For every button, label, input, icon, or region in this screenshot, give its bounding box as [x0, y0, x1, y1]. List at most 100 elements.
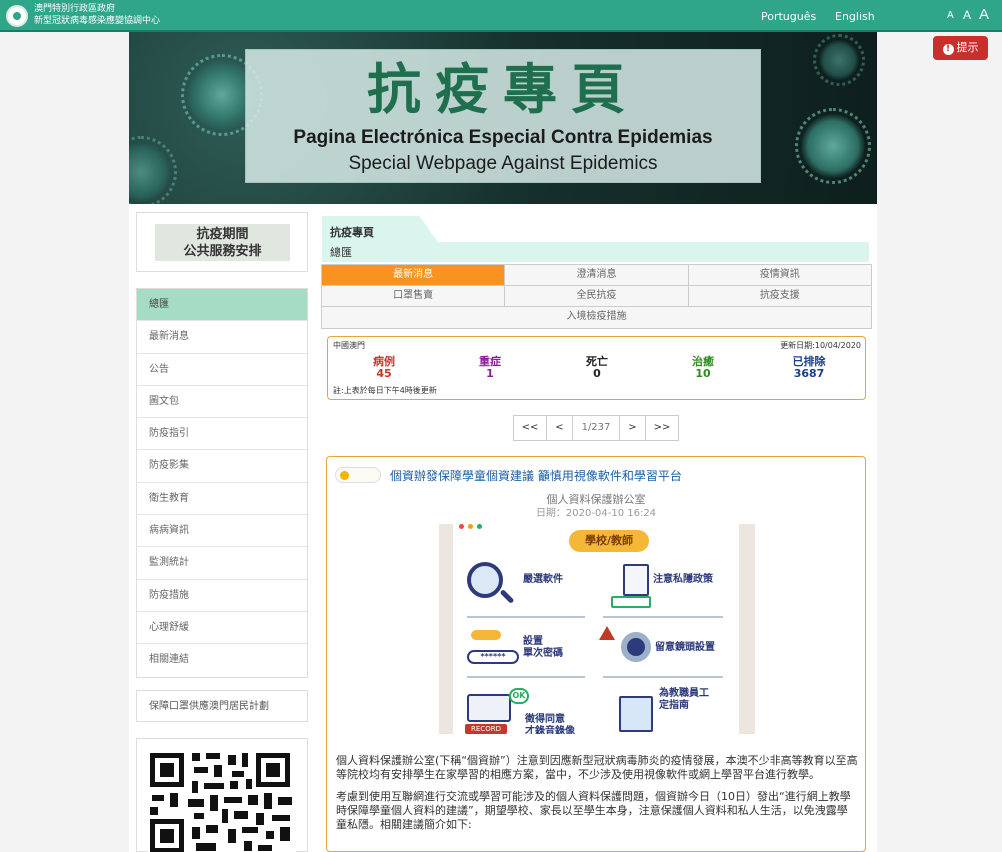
notice-label: 提示: [956, 41, 979, 54]
poster-item-password-a: 設置: [523, 636, 543, 647]
banner-title-pt: Pagina Electrónica Especial Contra Epide…: [293, 127, 713, 148]
virus-illustration: [129, 136, 177, 204]
breadcrumb-tab[interactable]: 抗疫專頁: [322, 216, 438, 242]
poster-item-password-b: 單次密碼: [523, 648, 563, 659]
poster-item-consent-b: 才錄音錄像: [525, 726, 575, 734]
sidebar-item-summary[interactable]: 總匯: [137, 289, 307, 322]
stat-severe: 重症 1: [450, 356, 530, 380]
prev-page-button[interactable]: <: [546, 415, 573, 441]
tab-mask-sales[interactable]: 口罩售賣: [322, 286, 506, 307]
banner: 抗疫專頁 Pagina Electrónica Especial Contra …: [129, 32, 877, 204]
tab-support[interactable]: 抗疫支援: [688, 286, 871, 307]
poster-header: 學校/教師: [569, 530, 649, 552]
sidebar-item-statistics[interactable]: 監測統計: [137, 547, 307, 580]
stats-note: 註:上表於每日下午4時後更新: [333, 386, 437, 395]
article-paragraph: 個人資料保護辦公室(下稱“個資辦”）注意到因應新型冠狀病毒肺炎的疫情發展，本澳不…: [336, 754, 858, 781]
banner-title-en: Special Webpage Against Epidemics: [348, 153, 658, 174]
category-tabs: 最新消息 澄清消息 疫情資訊 口罩售賣 全民抗疫 抗疫支援 入境檢疫措施: [321, 264, 872, 329]
breadcrumb-subtitle: 總匯: [322, 242, 869, 262]
divider: [467, 616, 585, 618]
font-size-medium-button[interactable]: A: [963, 8, 971, 22]
poster-item-privacy-policy: 注意私隱政策: [653, 574, 713, 585]
checkbox-icon: [611, 596, 651, 608]
article-poster-image[interactable]: 學校/教師 嚴選軟件 注意私隱政策 ****** 設置 單次密碼 留意鏡頭設置 …: [439, 524, 755, 734]
poster-item-consent-a: 徵得同意: [525, 714, 565, 725]
sidebar-item-infographics[interactable]: 圖文包: [137, 386, 307, 419]
stat-value: 1: [486, 367, 494, 380]
top-bar: 澳門特別行政區政府 新型冠狀病毒感染應變協調中心 Português Engli…: [0, 0, 1002, 32]
lang-portuguese-link[interactable]: Português: [761, 10, 816, 23]
sidebar-item-announcements[interactable]: 公告: [137, 354, 307, 386]
magnifier-handle-icon: [499, 589, 515, 604]
article-title[interactable]: 個資辦發保障學童個資建議 籲慎用視像軟件和學習平台: [390, 467, 682, 484]
sidebar-item-videos[interactable]: 防疫影集: [137, 450, 307, 483]
stat-excluded: 已排除 3687: [769, 356, 849, 380]
stat-value: 3687: [793, 367, 825, 380]
public-services-image: 抗疫期間 公共服務安排: [155, 224, 290, 261]
mask-supply-plan-link[interactable]: 保障口罩供應澳門居民計劃: [136, 690, 308, 722]
banner-title-box: 抗疫專頁 Pagina Electrónica Especial Contra …: [245, 49, 761, 183]
sidebar-item-mental-relief[interactable]: 心理舒緩: [137, 612, 307, 645]
center-name: 新型冠狀病毒感染應變協調中心: [34, 16, 161, 26]
poster-item-guide-a: 為教職員工: [659, 688, 709, 699]
tab-entry-quarantine[interactable]: 入境檢疫措施: [322, 307, 871, 328]
first-page-button[interactable]: <<: [513, 415, 547, 441]
sidebar-item-disease-info[interactable]: 病病資訊: [137, 515, 307, 548]
stat-recovered: 治癒 10: [663, 356, 743, 380]
sidebar-item-guidelines[interactable]: 防疫指引: [137, 418, 307, 451]
video-player-icon: [467, 694, 511, 722]
record-badge: RECORD: [465, 724, 507, 734]
tab-clarifications[interactable]: 澄清消息: [505, 265, 689, 286]
public-services-line1: 抗疫期間: [196, 227, 249, 242]
tab-all-people-fight[interactable]: 全民抗疫: [505, 286, 689, 307]
stat-value: 10: [695, 367, 711, 380]
gov-name: 澳門特別行政區政府: [34, 4, 116, 14]
qr-code-box: [136, 738, 308, 852]
tab-latest-news[interactable]: 最新消息: [322, 265, 506, 286]
banner-title-zh: 抗疫專頁: [367, 57, 639, 121]
qr-code-icon: [148, 749, 296, 852]
font-size-small-button[interactable]: A: [947, 10, 954, 21]
public-services-banner[interactable]: 抗疫期間 公共服務安排: [136, 212, 308, 272]
sidebar-item-related-links[interactable]: 相關連結: [137, 644, 307, 676]
virus-illustration: [795, 108, 871, 184]
stat-deaths: 死亡 0: [557, 356, 637, 380]
dot-icon: [468, 524, 473, 529]
tab-epidemic-info[interactable]: 疫情資訊: [688, 265, 871, 286]
dot-icon: [459, 524, 464, 529]
news-article: 個資辦發保障學童個資建議 籲慎用視像軟件和學習平台 個人資料保護辦公室 日期：2…: [326, 456, 866, 852]
warning-icon: [599, 626, 615, 640]
next-page-button[interactable]: >: [619, 415, 646, 441]
divider: [467, 676, 585, 678]
exclamation-icon: !: [942, 44, 954, 55]
webcam-icon: [621, 632, 651, 662]
public-services-line2: 公共服務安排: [183, 244, 262, 259]
pagination: << < 1/237 > >>: [513, 415, 679, 441]
stat-value: 0: [593, 367, 601, 380]
stats-region: 中國澳門: [333, 341, 365, 350]
sidebar-nav: 總匯 最新消息 公告 圖文包 防疫指引 防疫影集 衛生教育 病病資訊 監測統計 …: [136, 288, 308, 678]
document-icon: [623, 564, 649, 596]
pdpo-logo-icon: [335, 467, 381, 483]
poster-item-select-software: 嚴選軟件: [523, 574, 563, 585]
article-paragraph: 考慮到使用互聯網進行交流或學習可能涉及的個人資料保護問題，個資辦今日（10日）發…: [336, 790, 851, 831]
sidebar-item-latest-news[interactable]: 最新消息: [137, 321, 307, 354]
stat-confirmed: 病例 45: [344, 356, 424, 380]
stat-value: 45: [376, 367, 392, 380]
dot-icon: [477, 524, 482, 529]
password-field-icon: ******: [467, 650, 519, 664]
last-page-button[interactable]: >>: [645, 415, 679, 441]
page-indicator: 1/237: [572, 415, 620, 441]
sidebar-item-health-education[interactable]: 衛生教育: [137, 483, 307, 516]
stats-updated-date: 更新日期:10/04/2020: [780, 341, 861, 350]
divider: [603, 616, 723, 618]
macao-emblem-icon[interactable]: [6, 5, 28, 27]
lang-english-link[interactable]: English: [835, 10, 875, 23]
article-date: 日期：2020-04-10 16:24: [535, 508, 657, 519]
poster-item-guide-b: 定指南: [659, 700, 689, 711]
sidebar-item-measures[interactable]: 防疫措施: [137, 580, 307, 612]
font-size-large-button[interactable]: A: [979, 6, 989, 23]
article-body: 個人資料保護辦公室(下稱“個資辦”）注意到因應新型冠狀病毒肺炎的疫情發展，本澳不…: [336, 754, 858, 840]
virus-illustration: [813, 34, 865, 86]
notice-button[interactable]: ! 提示: [933, 36, 988, 60]
